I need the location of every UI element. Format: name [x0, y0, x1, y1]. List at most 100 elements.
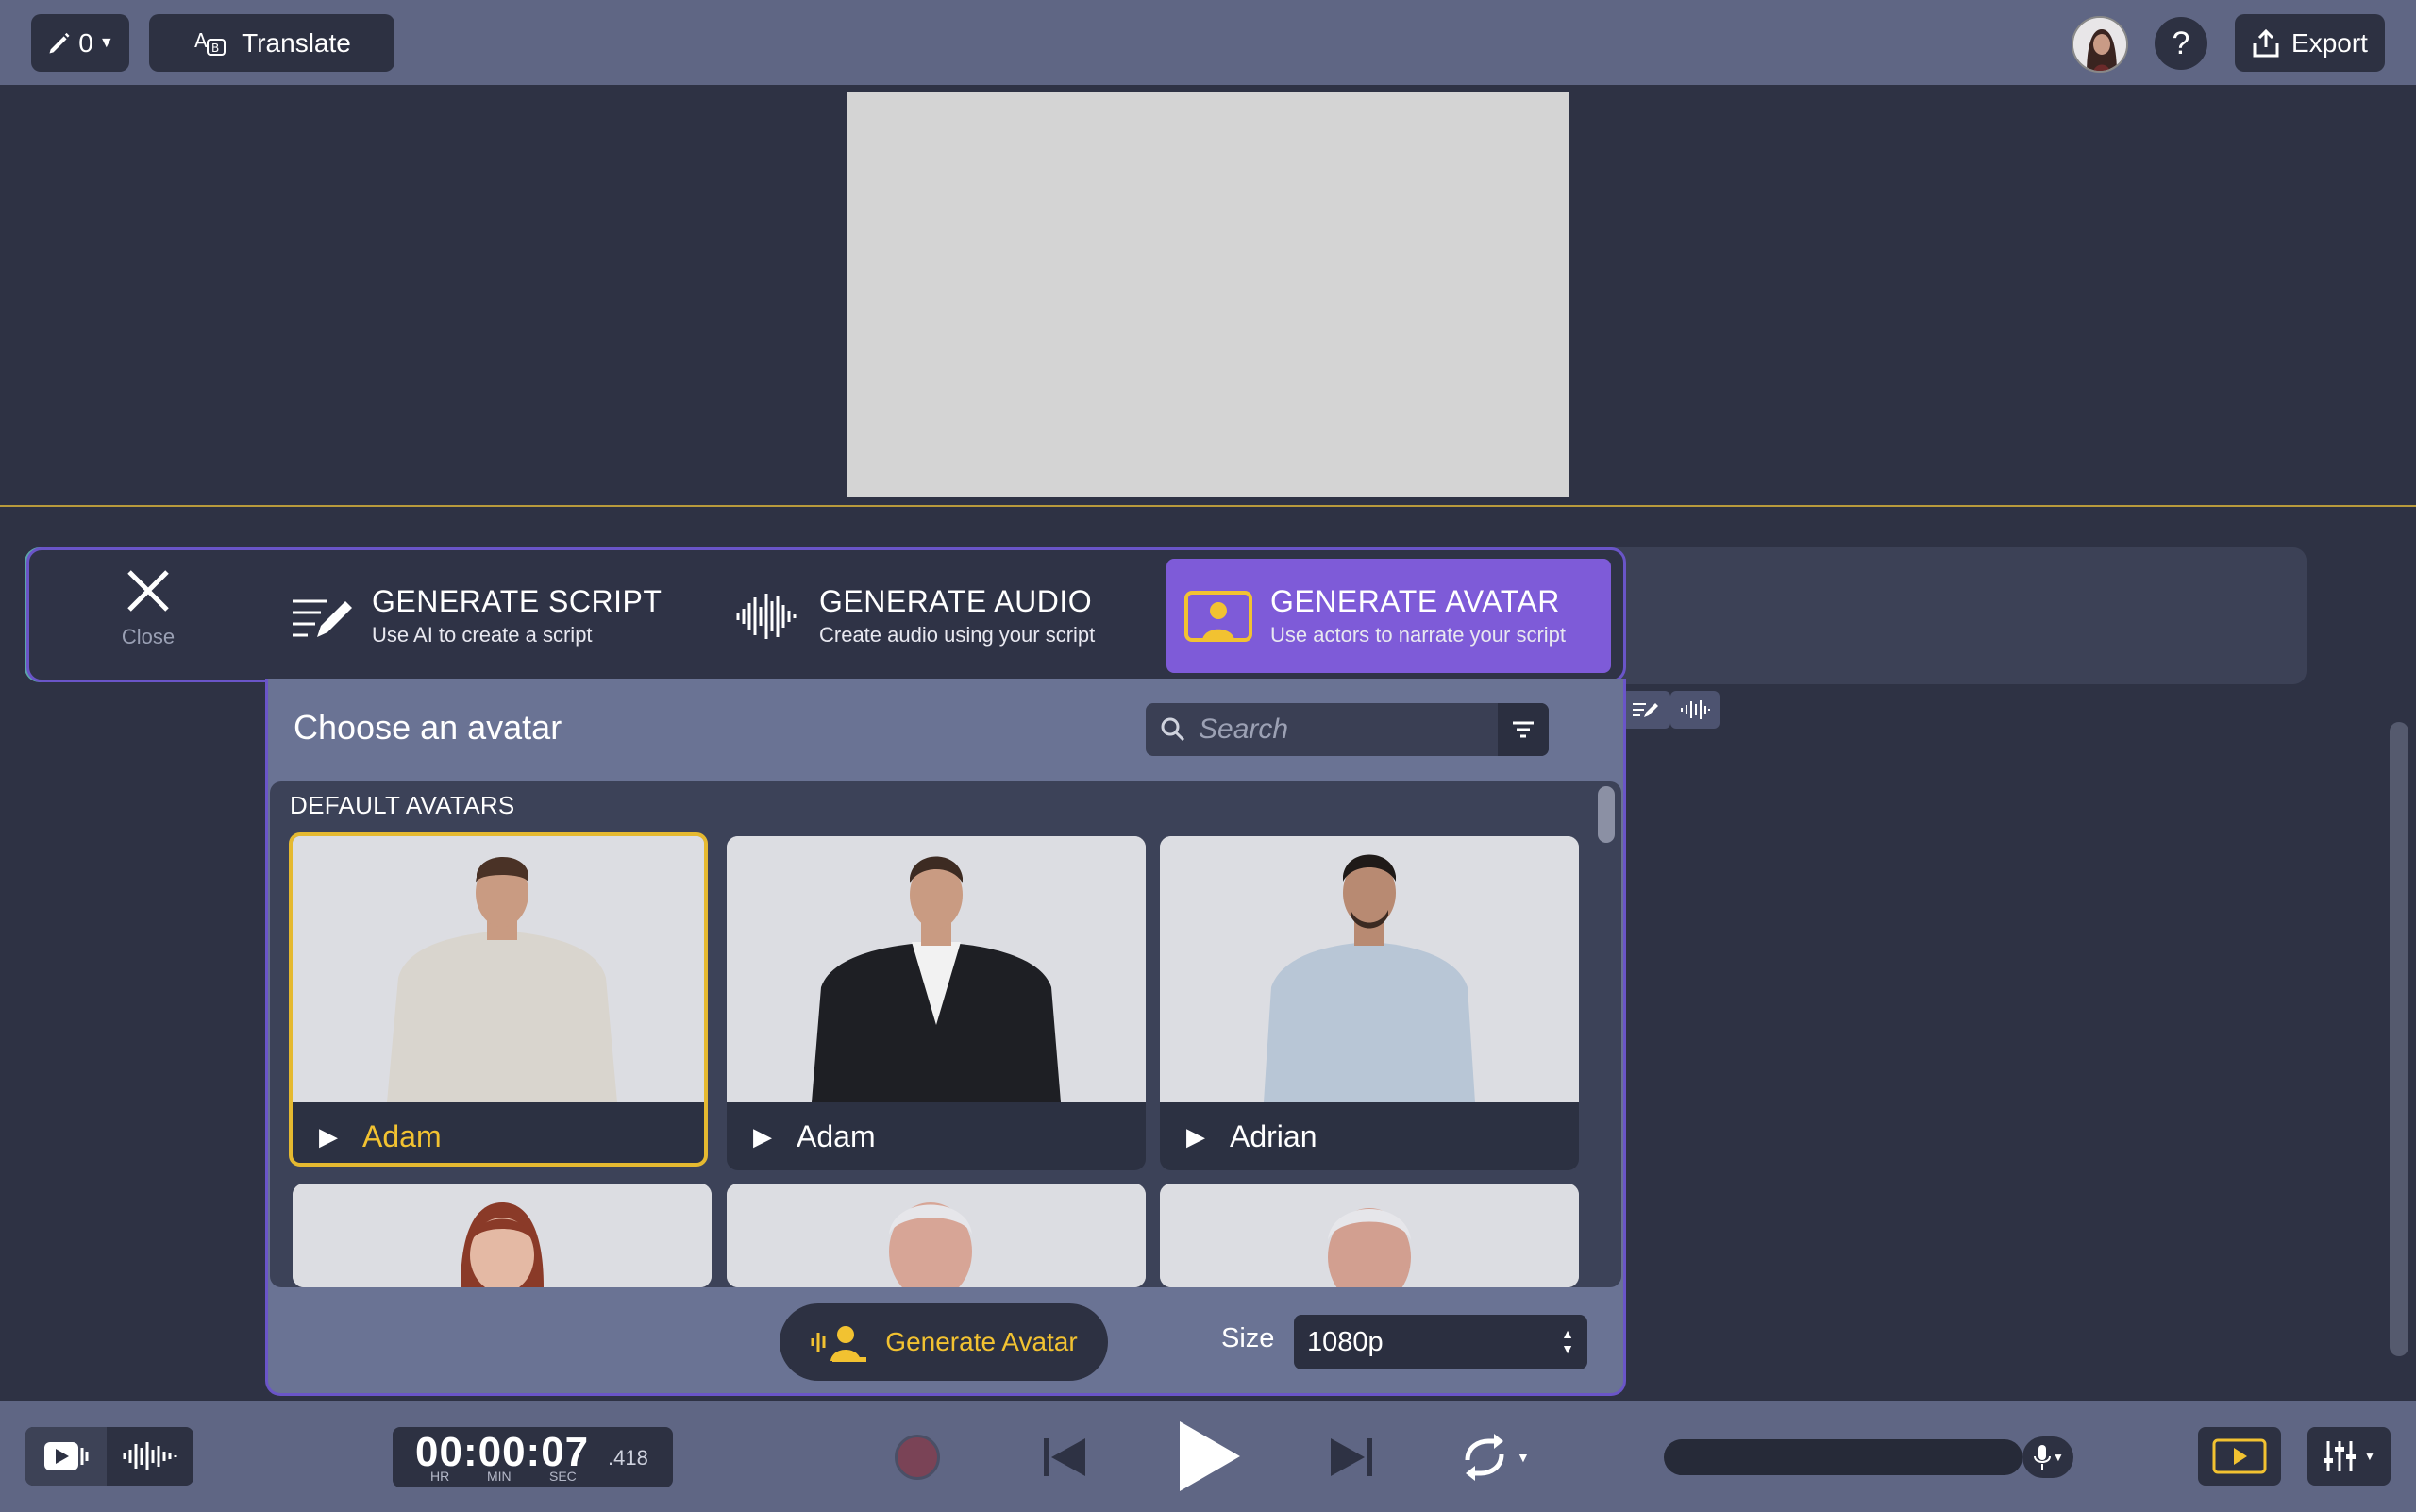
skip-back-button[interactable]: [1038, 1431, 1091, 1484]
tab-subtitle: Create audio using your script: [819, 623, 1096, 647]
avatar-voice-icon: [811, 1326, 867, 1362]
size-label: Size: [1221, 1323, 1275, 1353]
avatar-card[interactable]: ▶ Adam: [289, 832, 708, 1167]
search-icon: [1161, 717, 1185, 742]
skip-back-icon: [1044, 1438, 1085, 1476]
filter-button[interactable]: [1498, 703, 1549, 756]
mixer-button[interactable]: ▼: [2307, 1427, 2391, 1486]
tab-subtitle: Use AI to create a script: [372, 623, 593, 647]
skip-forward-icon: [1331, 1438, 1372, 1476]
script-pen-icon: [293, 599, 352, 637]
avatar-name-row: ▶ Adam: [293, 1102, 704, 1163]
avatar-card[interactable]: [727, 1184, 1146, 1287]
avatar-card[interactable]: [293, 1184, 712, 1287]
waveform-icon: [736, 593, 797, 639]
close-label: Close: [121, 625, 176, 648]
avatar-name: Adam: [362, 1118, 442, 1153]
chevron-down-icon: ▼: [2364, 1450, 2375, 1463]
close-button[interactable]: Close: [87, 566, 210, 670]
audio-toggle-button[interactable]: [107, 1427, 193, 1486]
avatar-photo: [1160, 1184, 1579, 1287]
track-audio-button[interactable]: [1670, 691, 1720, 729]
tab-generate-avatar[interactable]: GENERATE AVATAR Use actors to narrate yo…: [1166, 559, 1611, 673]
avatar-photo: [727, 1184, 1146, 1287]
user-photo-icon: [2073, 18, 2126, 71]
play-button[interactable]: [1170, 1416, 1246, 1497]
size-value: 1080p: [1307, 1326, 1384, 1357]
microphone-icon: [2034, 1445, 2052, 1470]
filter-icon: [1513, 721, 1534, 738]
pencil-icon: [49, 32, 70, 53]
play-icon[interactable]: ▶: [753, 1122, 772, 1151]
media-toggle-group: [25, 1427, 193, 1486]
help-icon: ?: [2172, 25, 2190, 61]
avatar-name-row: ▶ Adam: [727, 1102, 1146, 1170]
annotation-count: 0: [78, 27, 93, 58]
person-woman-icon: [293, 1184, 712, 1287]
play-icon[interactable]: ▶: [319, 1122, 338, 1151]
avatar-name: Adrian: [1230, 1118, 1317, 1153]
export-button[interactable]: Export: [2235, 14, 2385, 72]
microphone-button[interactable]: ▼: [2022, 1436, 2073, 1478]
tab-subtitle: Use actors to narrate your script: [1270, 623, 1567, 647]
translate-label: Translate: [242, 27, 351, 58]
avatar-frame-icon: [1184, 590, 1252, 642]
person-shirt-icon: [1160, 836, 1579, 1102]
tab-generate-script[interactable]: GENERATE SCRIPT Use AI to create a scrip…: [272, 559, 706, 673]
avatar-card[interactable]: [1160, 1184, 1579, 1287]
avatar-photo: [1160, 836, 1579, 1102]
export-icon: [2253, 28, 2279, 57]
section-default-avatars: DEFAULT AVATARS: [290, 791, 515, 819]
tab-generate-audio[interactable]: GENERATE AUDIO Create audio using your s…: [717, 559, 1161, 673]
avatar-photo: [293, 1184, 712, 1287]
size-select[interactable]: 1080p ▲ ▼: [1294, 1315, 1587, 1369]
loop-button[interactable]: ▼: [1458, 1431, 1534, 1484]
video-play-icon: [44, 1442, 89, 1470]
sliders-icon: [2324, 1441, 2357, 1471]
choose-avatar-title: Choose an avatar: [294, 708, 562, 747]
waveform-icon: [123, 1442, 177, 1470]
user-avatar[interactable]: [2072, 16, 2128, 73]
tab-title: GENERATE SCRIPT: [372, 584, 663, 618]
chevron-down-icon: ▼: [1517, 1450, 1530, 1465]
generate-avatar-button[interactable]: Generate Avatar: [780, 1303, 1108, 1381]
select-arrows-icon: ▲ ▼: [1561, 1326, 1574, 1356]
translate-button[interactable]: A B Translate: [149, 14, 394, 72]
avatar-photo: [727, 836, 1146, 1102]
avatar-card[interactable]: ▶ Adam: [727, 836, 1146, 1170]
volume-slider[interactable]: [1664, 1439, 2022, 1475]
help-button[interactable]: ?: [2155, 17, 2207, 70]
preview-player-button[interactable]: [2198, 1427, 2281, 1486]
preview-play-icon: [2212, 1438, 2267, 1474]
timecode-display: 00:00:07 .418 HR MIN SEC: [393, 1427, 673, 1487]
play-icon: [1180, 1421, 1240, 1491]
record-button[interactable]: [895, 1435, 940, 1480]
avatar-card[interactable]: ▶ Adrian: [1160, 836, 1579, 1170]
svg-text:B: B: [211, 42, 219, 55]
script-pen-icon: [1633, 703, 1658, 717]
person-tshirt-icon: [293, 836, 704, 1102]
tab-title: GENERATE AUDIO: [819, 584, 1093, 618]
avatar-photo: [293, 836, 704, 1102]
track-script-button[interactable]: [1621, 691, 1670, 729]
canvas-preview[interactable]: [847, 92, 1569, 497]
avatar-grid-scrollbar[interactable]: [1598, 786, 1615, 843]
person-older-man-icon: [727, 1184, 1146, 1287]
unit-sec: SEC: [549, 1469, 577, 1484]
avatar-search: [1146, 703, 1549, 756]
chevron-down-icon: ▼: [98, 34, 114, 51]
annotation-count-button[interactable]: 0 ▼: [31, 14, 129, 72]
play-icon[interactable]: ▶: [1186, 1122, 1205, 1151]
translate-icon: A B: [194, 29, 226, 56]
close-icon: [127, 570, 169, 612]
timeline-scrollbar[interactable]: [2390, 722, 2408, 1356]
top-toolbar: 0 ▼ A B Translate ? Export: [0, 0, 2416, 85]
search-input[interactable]: [1199, 714, 1519, 746]
video-toggle-button[interactable]: [25, 1427, 107, 1486]
unit-min: MIN: [487, 1469, 512, 1484]
generate-avatar-label: Generate Avatar: [885, 1327, 1078, 1356]
timeline-track[interactable]: [1548, 547, 2307, 684]
waveform-icon: [1681, 700, 1710, 719]
skip-forward-button[interactable]: [1325, 1431, 1378, 1484]
timeline-divider[interactable]: [0, 505, 2416, 507]
